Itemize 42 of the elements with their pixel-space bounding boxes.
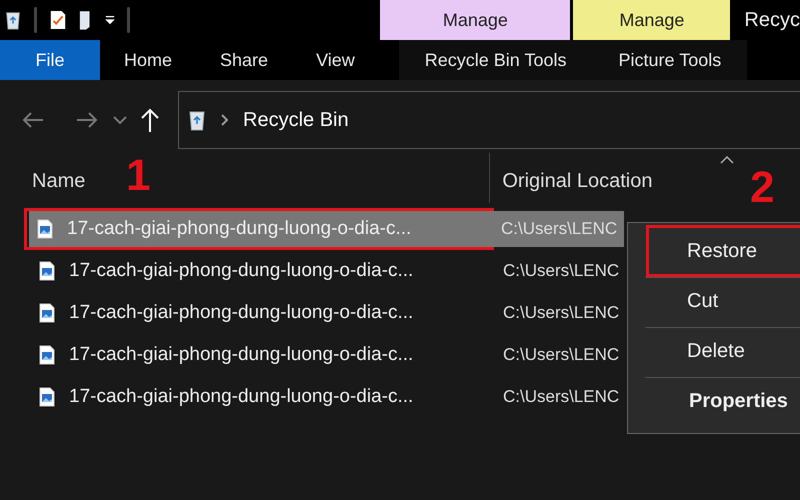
menu-item[interactable]: Properties [647, 378, 800, 424]
image-file-icon [39, 303, 55, 323]
file-name: 17-cach-giai-phong-dung-luong-o-dia-c... [67, 218, 412, 240]
file-row[interactable]: 17-cach-giai-phong-dung-luong-o-dia-c... C:\Users\LENC [31, 337, 626, 373]
file-row[interactable]: 17-cach-giai-phong-dung-luong-o-dia-c... C:\Users\LENC [31, 295, 626, 331]
menu-item[interactable]: Cut [647, 278, 800, 324]
image-file-icon [39, 387, 55, 407]
image-file-icon [39, 345, 55, 365]
column-header[interactable]: Name [32, 170, 86, 192]
file-name: 17-cach-giai-phong-dung-luong-o-dia-c... [69, 302, 414, 324]
address-path: Recycle Bin [243, 108, 349, 132]
up-arrow-icon[interactable] [140, 107, 160, 133]
window-title: Recyc [743, 8, 800, 32]
original-location: C:\Users\LENC [501, 219, 618, 239]
menu-item[interactable]: Delete [647, 328, 800, 374]
file-name: 17-cach-giai-phong-dung-luong-o-dia-c... [69, 260, 414, 282]
file-row[interactable]: 17-cach-giai-phong-dung-luong-o-dia-c... C:\Users\LENC [29, 211, 624, 247]
file-name: 17-cach-giai-phong-dung-luong-o-dia-c... [69, 344, 414, 366]
original-location: C:\Users\LENC [503, 387, 620, 407]
address-bar[interactable]: Recycle Bin [178, 91, 800, 149]
tool-tab-header: Manage [573, 0, 730, 40]
file-row[interactable]: 17-cach-giai-phong-dung-luong-o-dia-c... C:\Users\LENC [31, 253, 626, 289]
menu-item[interactable]: Restore [649, 228, 800, 274]
chevron-down-icon[interactable] [112, 115, 128, 125]
dropdown-icon[interactable] [105, 15, 115, 25]
file-name: 17-cach-giai-phong-dung-luong-o-dia-c... [69, 386, 414, 408]
step-number: 1 [126, 154, 150, 198]
column-header[interactable]: Original Location [502, 170, 652, 192]
ribbon-tab[interactable]: Picture Tools [592, 40, 748, 80]
image-file-icon [37, 219, 53, 239]
tool-tab-header: Manage [380, 0, 570, 40]
image-file-icon [39, 261, 55, 281]
properties-icon[interactable] [49, 9, 67, 31]
step-number: 2 [750, 166, 774, 210]
ribbon-tab[interactable]: Recycle Bin Tools [398, 40, 592, 80]
original-location: C:\Users\LENC [503, 261, 620, 281]
ribbon-tab[interactable]: File [0, 40, 100, 80]
original-location: C:\Users\LENC [503, 345, 620, 365]
file-row[interactable]: 17-cach-giai-phong-dung-luong-o-dia-c... C:\Users\LENC [31, 379, 626, 415]
original-location: C:\Users\LENC [503, 303, 620, 323]
sort-caret-icon [720, 156, 734, 164]
chevron-right-icon [221, 114, 229, 126]
